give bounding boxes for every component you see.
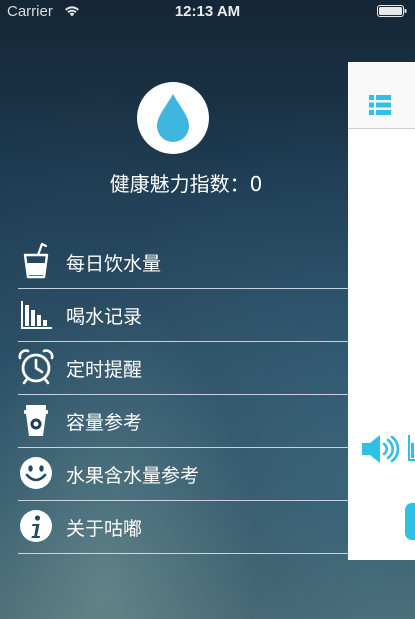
menu-item-label: 水果含水量参考: [66, 465, 200, 487]
health-score-label: 健康魅力指数：0: [109, 172, 263, 196]
panel-header: [348, 62, 415, 129]
menu-item-label: 关于咕嘟: [66, 518, 143, 540]
list-menu-icon[interactable]: [369, 95, 391, 115]
menu-item-reminder[interactable]: 定时提醒: [18, 342, 348, 395]
bar-chart-icon: [21, 301, 52, 329]
battery-icon: [377, 5, 407, 17]
main-panel[interactable]: [348, 62, 415, 560]
menu-item-fruit-water[interactable]: 水果含水量参考: [18, 448, 348, 501]
app-screen: Carrier 12:13 AM 健康魅力指数：0 每日饮水量 喝水记录 定时提…: [0, 0, 415, 619]
status-bar: Carrier 12:13 AM: [0, 0, 415, 22]
smiley-icon: [20, 457, 52, 489]
menu-item-label: 定时提醒: [66, 359, 143, 381]
menu-item-daily-intake[interactable]: 每日饮水量: [18, 236, 348, 289]
coffee-cup-icon: [24, 405, 48, 436]
menu-item-about[interactable]: 关于咕嘟: [18, 501, 348, 554]
menu-item-label: 每日饮水量: [66, 253, 162, 275]
cup-icon: [23, 243, 49, 279]
menu-item-label: 喝水记录: [66, 306, 143, 328]
action-button[interactable]: [405, 503, 415, 540]
info-icon: [20, 510, 52, 542]
status-time: 12:13 AM: [174, 3, 241, 20]
menu-item-drink-records[interactable]: 喝水记录: [18, 289, 348, 342]
water-drop-icon: [157, 94, 189, 142]
chart-icon[interactable]: [408, 435, 415, 461]
alarm-clock-icon: [18, 349, 54, 385]
menu-item-capacity-reference[interactable]: 容量参考: [18, 395, 348, 448]
speaker-icon[interactable]: [360, 432, 400, 466]
menu-item-label: 容量参考: [66, 412, 143, 434]
side-menu: 每日饮水量 喝水记录 定时提醒 容量参考 水果含水量参考 关于咕嘟: [18, 236, 348, 554]
avatar[interactable]: [137, 82, 209, 154]
